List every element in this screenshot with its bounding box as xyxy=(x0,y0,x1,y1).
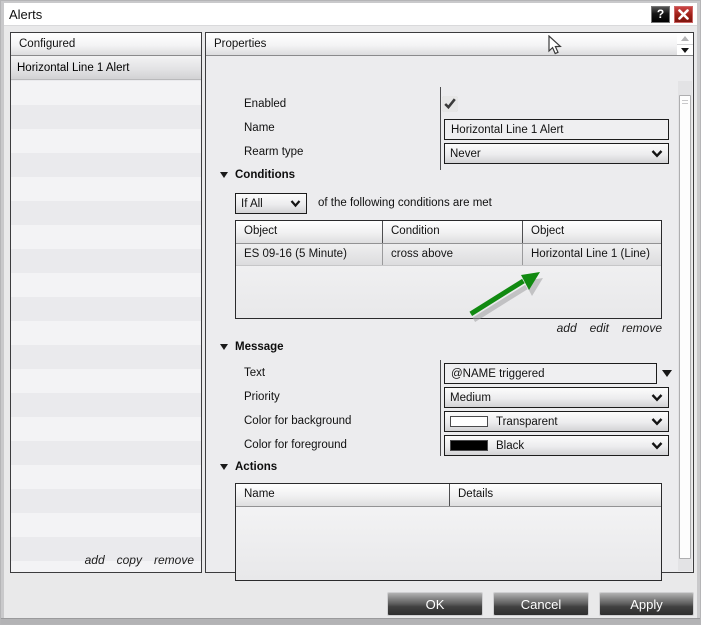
background-color-select[interactable]: Transparent xyxy=(444,411,669,432)
vertical-scrollbar[interactable] xyxy=(678,81,692,571)
chevron-down-icon xyxy=(651,150,663,158)
background-color-value: Transparent xyxy=(496,416,558,428)
column-header: Object xyxy=(523,221,663,243)
actions-table: Name Details xyxy=(235,483,662,581)
priority-select[interactable]: Medium xyxy=(444,387,669,408)
title-bar[interactable]: Alerts ? xyxy=(4,3,697,26)
conditions-section-label: Conditions xyxy=(235,169,295,181)
alerts-dialog: Alerts ? Configured Horizontal Line 1 Al… xyxy=(0,0,701,625)
enabled-checkbox[interactable] xyxy=(442,96,458,112)
condition-match-suffix: of the following conditions are met xyxy=(318,197,492,209)
condition-match-value: If All xyxy=(241,198,263,210)
name-input[interactable] xyxy=(444,119,669,140)
conditions-links: add edit remove xyxy=(235,321,662,335)
rearm-type-label: Rearm type xyxy=(244,146,303,158)
condition-row[interactable]: ES 09-16 (5 Minute) cross above Horizont… xyxy=(236,244,661,266)
column-header: Name xyxy=(236,484,450,506)
alert-list: Horizontal Line 1 Alert xyxy=(11,56,201,80)
chevron-down-icon xyxy=(651,418,663,426)
remove-condition-link[interactable]: remove xyxy=(622,321,662,335)
actions-section-label: Actions xyxy=(235,461,277,473)
message-text-input[interactable] xyxy=(444,363,657,384)
ok-button[interactable]: OK xyxy=(387,592,483,616)
rearm-type-select[interactable]: Never xyxy=(444,143,669,164)
scroll-down-button[interactable] xyxy=(677,44,693,55)
annotation-arrow-icon xyxy=(461,257,556,325)
actions-section-header[interactable]: Actions xyxy=(220,461,277,473)
chevron-down-icon xyxy=(651,394,663,402)
scroll-up-icon xyxy=(681,36,689,41)
add-condition-link[interactable]: add xyxy=(557,321,577,335)
conditions-table: Object Condition Object ES 09-16 (5 Minu… xyxy=(235,220,662,319)
collapse-triangle-icon xyxy=(220,464,228,470)
column-header: Details xyxy=(450,484,663,506)
name-label: Name xyxy=(244,122,275,134)
foreground-color-select[interactable]: Black xyxy=(444,435,669,456)
column-header: Object xyxy=(236,221,383,243)
help-button[interactable]: ? xyxy=(651,6,670,23)
background-color-swatch xyxy=(450,416,488,427)
foreground-color-label: Color for foreground xyxy=(244,439,347,451)
close-icon xyxy=(678,9,689,20)
edit-condition-link[interactable]: edit xyxy=(590,321,609,335)
add-alert-link[interactable]: add xyxy=(85,553,105,567)
column-header: Condition xyxy=(383,221,523,243)
collapse-triangle-icon xyxy=(220,172,228,178)
priority-value: Medium xyxy=(450,392,491,404)
condition-object-cell: ES 09-16 (5 Minute) xyxy=(236,244,383,265)
configured-panel-header: Configured xyxy=(11,33,201,56)
condition-match-select[interactable]: If All xyxy=(235,193,307,214)
properties-panel: Properties Enabled Name Rearm type xyxy=(205,32,694,573)
foreground-color-swatch xyxy=(450,440,488,451)
scroll-up-button[interactable] xyxy=(677,33,693,44)
conditions-table-header: Object Condition Object xyxy=(236,221,661,244)
enabled-label: Enabled xyxy=(244,98,286,110)
foreground-color-value: Black xyxy=(496,440,524,452)
remove-alert-link[interactable]: remove xyxy=(154,553,194,567)
actions-table-header: Name Details xyxy=(236,484,661,507)
chevron-down-icon xyxy=(651,442,663,450)
scroll-down-icon xyxy=(681,48,689,53)
configured-links: add copy remove xyxy=(85,553,194,567)
message-section-label: Message xyxy=(235,341,284,353)
message-text-label: Text xyxy=(244,367,265,379)
apply-button[interactable]: Apply xyxy=(599,592,694,616)
properties-title: Properties xyxy=(214,38,266,50)
background-color-label: Color for background xyxy=(244,415,351,427)
list-item-alert[interactable]: Horizontal Line 1 Alert xyxy=(11,56,201,80)
window-title: Alerts xyxy=(9,7,42,22)
cancel-button[interactable]: Cancel xyxy=(493,592,589,616)
form-divider-top xyxy=(440,87,441,170)
configured-panel: Configured Horizontal Line 1 Alert add c… xyxy=(10,32,202,573)
chevron-down-icon xyxy=(290,200,301,208)
message-section-header[interactable]: Message xyxy=(220,341,284,353)
rearm-type-value: Never xyxy=(450,148,481,160)
text-dropdown-arrow-icon[interactable] xyxy=(662,370,672,377)
configured-title: Configured xyxy=(19,38,75,50)
close-button[interactable] xyxy=(674,6,693,23)
copy-alert-link[interactable]: copy xyxy=(117,553,142,567)
mouse-cursor-icon xyxy=(548,35,563,56)
window-bottom-edge xyxy=(1,618,700,624)
properties-content: Enabled Name Rearm type Never Conditions… xyxy=(206,57,693,572)
collapse-triangle-icon xyxy=(220,344,228,350)
conditions-section-header[interactable]: Conditions xyxy=(220,169,295,181)
scrollbar-grip-icon xyxy=(682,100,688,105)
form-divider-message xyxy=(440,360,441,456)
priority-label: Priority xyxy=(244,391,280,403)
scrollbar-thumb[interactable] xyxy=(679,95,691,559)
scroll-buttons xyxy=(677,33,693,56)
properties-panel-header: Properties xyxy=(206,33,693,56)
